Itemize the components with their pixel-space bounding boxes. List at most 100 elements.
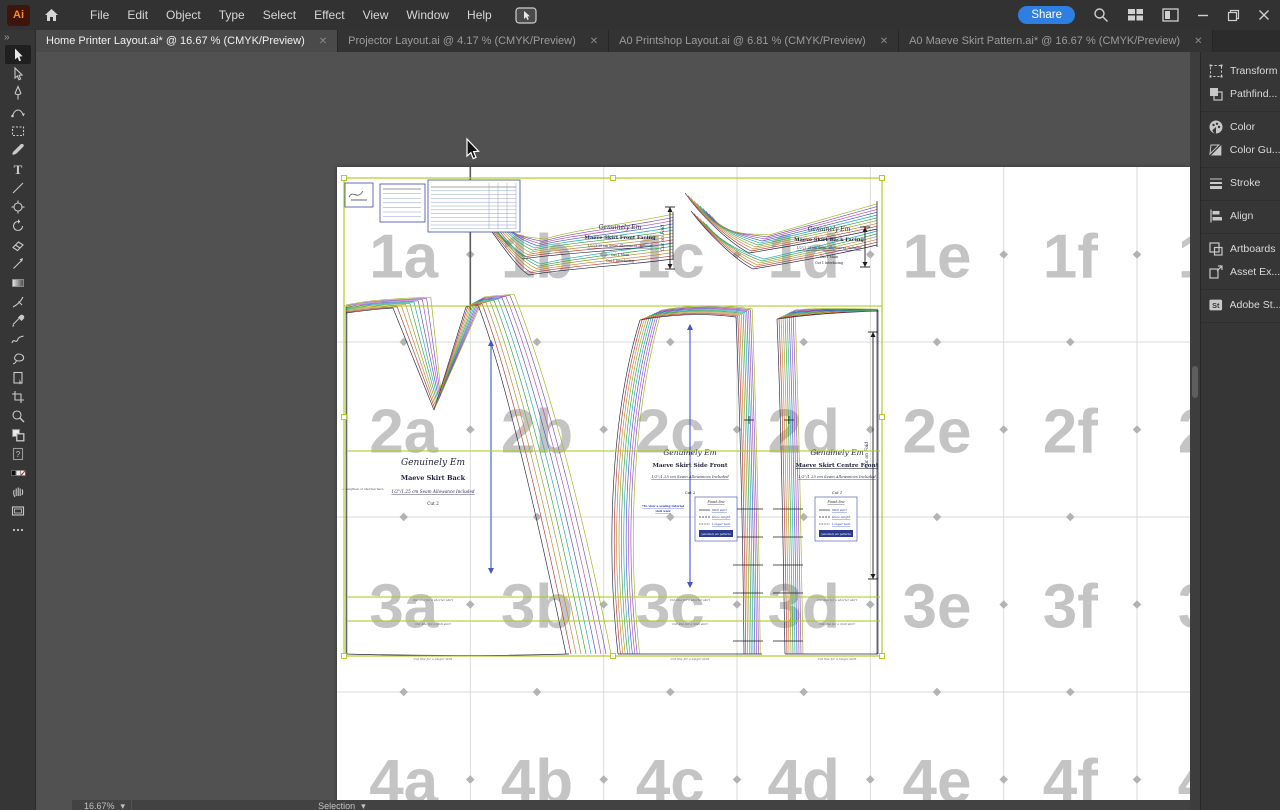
toolbar-expand-icon[interactable]: » [0,30,14,45]
curvature-tool[interactable] [5,102,31,121]
menu-view[interactable]: View [354,3,398,27]
pattern-artwork: 1a1b1c1d1e1f12a2b2c2d2e2f23a3b3c3d3e3f34… [337,167,1190,810]
minimize-button[interactable] [1197,9,1209,21]
document-tab-4[interactable]: A0 Maeve Skirt Pattern.ai* @ 16.67 % (CM… [899,30,1214,52]
gradient-tool[interactable] [5,273,31,292]
smooth-tool[interactable] [5,330,31,349]
screen-mode[interactable] [5,501,31,520]
svg-text:1: 1 [1178,223,1190,292]
document-tab-bar: Home Printer Layout.ai* @ 16.67 % (CMYK/… [36,30,1280,52]
scale-tool[interactable] [5,254,31,273]
svg-text:Genuinely Em: Genuinely Em [599,224,642,231]
svg-text:1/2"/1.25 cm Seam Allowances I: 1/2"/1.25 cm Seam Allowances Included [587,244,652,248]
zoom-level[interactable]: 16.67% [84,800,115,810]
current-tool-label[interactable]: Selection [318,800,355,810]
type-tool[interactable]: T [5,159,31,178]
slice-tool[interactable] [5,387,31,406]
eyedropper-tool[interactable] [5,311,31,330]
panel-transform[interactable]: Transform [1201,59,1280,82]
mouse-cursor [466,137,480,160]
menu-type[interactable]: Type [210,3,254,27]
tool-caret-icon[interactable]: ▾ [361,800,366,810]
zoom-tool[interactable] [5,406,31,425]
rectangle-tool[interactable] [5,121,31,140]
selection-tool[interactable] [4,45,31,64]
menu-effect[interactable]: Effect [305,3,353,27]
panel-assetex[interactable]: Asset Ex... [1201,260,1280,283]
panel-pathfind[interactable]: Pathfind... [1201,82,1280,105]
panel-stroke[interactable]: Stroke [1201,171,1280,194]
app-logo-icon[interactable]: Ai [7,4,30,26]
status-bar: 16.67% ▾ Selection ▾ [72,800,1190,810]
color-guide-icon [1209,144,1222,155]
knife-tool[interactable] [5,292,31,311]
pen-tool[interactable] [5,83,31,102]
eraser-tool[interactable] [5,235,31,254]
menu-file[interactable]: File [81,3,118,27]
svg-text:2b: 2b [501,398,573,467]
svg-text:Genuinely Em: Genuinely Em [810,448,863,457]
paintbrush-tool[interactable] [5,140,31,159]
canvas-area[interactable]: 1a1b1c1d1e1f12a2b2c2d2e2f23a3b3c3d3e3f34… [36,52,1190,810]
svg-text:*To view a sewing tutorial: *To view a sewing tutorial [642,504,685,508]
home-icon[interactable] [44,8,59,22]
document-tab-1[interactable]: Home Printer Layout.ai* @ 16.67 % (CMYK/… [36,30,339,52]
tab-close-icon[interactable]: ✕ [1194,36,1202,47]
arrange-documents-icon[interactable] [1162,8,1179,22]
menu-window[interactable]: Window [397,3,458,27]
svg-text:Cut line for a midi skirt: Cut line for a midi skirt [415,622,451,626]
svg-text:Cut on Fold: Cut on Fold [864,442,870,469]
panel-colorgu[interactable]: Color Gu... [1201,138,1280,161]
line-segment-tool[interactable] [5,178,31,197]
color-icon [1209,120,1223,133]
svg-text:Cut line for a longer skirt: Cut line for a longer skirt [414,657,454,661]
page-tool[interactable] [5,368,31,387]
menu-object[interactable]: Object [157,3,210,27]
lasso-tool[interactable] [5,349,31,368]
svg-text:Cut on Fold: Cut on Fold [660,225,666,252]
panel-color[interactable]: Color [1201,115,1280,138]
document-tab-3[interactable]: A0 Printshop Layout.ai @ 6.81 % (CMYK/Pr… [609,30,900,52]
svg-text:← lengthen or shorten here: ← lengthen or shorten here [342,487,384,491]
close-button[interactable] [1258,9,1270,21]
workspace-switcher-icon[interactable] [1127,8,1144,22]
draw-mode[interactable]: ? [5,444,31,463]
illustrator-window: Ai File Edit Object Type Select Effect View Win… [0,0,1280,810]
restore-button[interactable] [1227,9,1240,22]
direct-selection-tool[interactable] [5,64,31,83]
svg-text:3b: 3b [501,573,573,642]
rotate-tool[interactable] [5,216,31,235]
artboard[interactable]: 1a1b1c1d1e1f12a2b2c2d2e2f23a3b3c3d3e3f34… [337,167,1190,810]
scrollbar-thumb[interactable] [1192,366,1198,398]
svg-text:Cut 1 Main: Cut 1 Main [820,255,838,259]
tab-close-icon[interactable]: ✕ [880,36,888,47]
color-swatches[interactable] [5,463,31,482]
zoom-caret-icon[interactable]: ▾ [121,800,126,810]
document-tab-2[interactable]: Projector Layout.ai @ 4.17 % (CMYK/Previ… [338,30,610,52]
fill-stroke-swatch[interactable] [5,425,31,444]
panel-align[interactable]: Align [1201,204,1280,227]
svg-text:3d: 3d [768,573,840,642]
more-tools[interactable] [5,520,31,539]
hand-tool[interactable] [5,482,31,501]
tab-close-icon[interactable]: ✕ [590,36,598,47]
menu-select[interactable]: Select [254,3,305,27]
svg-text:Finish line: Finish line [827,500,845,504]
svg-text:Cut 1 Interfacing: Cut 1 Interfacing [606,259,634,263]
svg-text:1/2"/1.25 cm Seam Allowance In: 1/2"/1.25 cm Seam Allowance Included [391,489,475,494]
menu-edit[interactable]: Edit [118,3,157,27]
panel-artboards[interactable]: Artboards [1201,237,1280,260]
share-button[interactable]: Share [1018,6,1075,24]
menu-help[interactable]: Help [458,3,501,27]
panel-adobest[interactable]: St Adobe St... [1201,293,1280,316]
tab-close-icon[interactable]: ✕ [319,36,327,47]
asset-export-icon [1209,264,1223,279]
svg-text:2a: 2a [369,398,438,467]
svg-text:Maeve Skirt Back: Maeve Skirt Back [401,474,466,482]
search-icon[interactable] [1093,7,1109,23]
shaper-tool[interactable] [5,197,31,216]
vertical-scrollbar[interactable] [1190,52,1200,810]
panel-dock: Transform Pathfind... Color Color Gu... Stro… [1200,52,1280,810]
svg-text:Genuinely Em: Genuinely Em [663,448,716,457]
share-screen-icon[interactable] [515,6,537,24]
